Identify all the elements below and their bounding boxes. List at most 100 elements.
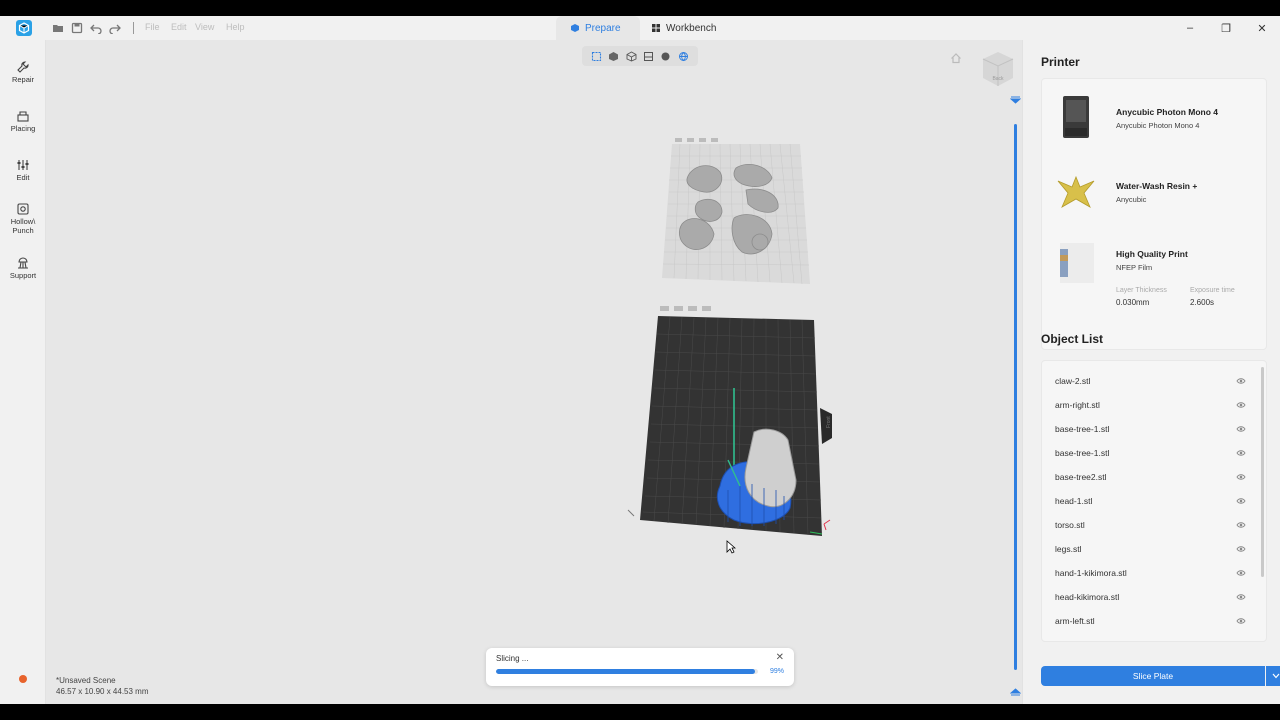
front-label: Front bbox=[826, 416, 832, 428]
visibility-eye-icon[interactable] bbox=[1236, 641, 1246, 642]
object-list-item[interactable]: torso.stl bbox=[1042, 513, 1256, 537]
object-list-item-label: base-tree2.stl bbox=[1055, 472, 1107, 482]
object-list-item[interactable]: boot-1.stl bbox=[1042, 633, 1256, 642]
profile-film: NFEP Film bbox=[1116, 263, 1153, 272]
object-list-item-label: hand-1-kikimora.stl bbox=[1055, 568, 1127, 578]
visibility-eye-icon[interactable] bbox=[1236, 401, 1246, 409]
app-logo-icon[interactable] bbox=[16, 20, 32, 36]
home-view-icon[interactable] bbox=[950, 52, 962, 64]
object-list-item-label: torso.stl bbox=[1055, 520, 1085, 530]
navigation-cube[interactable]: Back bbox=[982, 50, 1014, 88]
menu-edit[interactable]: Edit bbox=[171, 22, 187, 32]
screen-frame-bottom bbox=[0, 704, 1280, 720]
tool-repair[interactable]: Repair bbox=[0, 60, 46, 84]
build-plate-active[interactable]: Front bbox=[624, 300, 836, 544]
wireframe-view-icon[interactable] bbox=[626, 50, 637, 62]
cut-view-icon[interactable] bbox=[643, 51, 654, 62]
slicing-percent: 99% bbox=[769, 668, 784, 675]
object-list-item-label: legs.stl bbox=[1055, 544, 1082, 554]
close-button[interactable]: ✕ bbox=[1254, 20, 1270, 36]
visibility-eye-icon[interactable] bbox=[1236, 545, 1246, 553]
open-folder-icon[interactable] bbox=[51, 21, 65, 35]
object-list-item[interactable]: base-tree2.stl bbox=[1042, 465, 1256, 489]
visibility-eye-icon[interactable] bbox=[1236, 473, 1246, 481]
visibility-eye-icon[interactable] bbox=[1236, 593, 1246, 601]
object-list-item[interactable]: hand-1-kikimora.stl bbox=[1042, 561, 1256, 585]
tool-hollow-punch[interactable]: Hollow\ Punch bbox=[0, 202, 46, 235]
visibility-eye-icon[interactable] bbox=[1236, 425, 1246, 433]
save-icon[interactable] bbox=[70, 21, 84, 35]
printer-name: Anycubic Photon Mono 4 bbox=[1116, 107, 1218, 117]
visibility-eye-icon[interactable] bbox=[1236, 377, 1246, 385]
chevron-down-icon bbox=[1272, 673, 1280, 679]
tool-edit-label: Edit bbox=[16, 173, 30, 182]
profile-thumbnail bbox=[1054, 239, 1098, 287]
tab-prepare[interactable]: Prepare bbox=[556, 16, 640, 40]
maximize-button[interactable]: ❐ bbox=[1218, 20, 1234, 36]
tab-workbench-label: Workbench bbox=[666, 22, 717, 34]
layer-slider-top-handle[interactable] bbox=[1010, 96, 1021, 104]
tool-edit[interactable]: Edit bbox=[0, 158, 46, 182]
globe-view-icon[interactable] bbox=[678, 51, 689, 62]
object-list-item[interactable]: base-tree-1.stl bbox=[1042, 441, 1256, 465]
tool-placing-label: Placing bbox=[10, 124, 36, 133]
printer-panel-title: Printer bbox=[1041, 55, 1080, 69]
layer-slider[interactable] bbox=[1014, 124, 1017, 670]
printer-card[interactable]: Anycubic Photon Mono 4 Anycubic Photon M… bbox=[1041, 78, 1267, 350]
slice-options-dropdown[interactable] bbox=[1266, 666, 1280, 686]
scene-name: *Unsaved Scene bbox=[56, 676, 116, 685]
redo-icon[interactable] bbox=[108, 21, 122, 35]
tool-support[interactable]: Support bbox=[0, 256, 46, 280]
sliders-icon bbox=[17, 160, 29, 170]
cube-icon bbox=[571, 24, 579, 32]
layer-slider-bottom-handle[interactable] bbox=[1010, 688, 1021, 696]
object-list-item-label: base-tree-1.stl bbox=[1055, 448, 1110, 458]
sphere-view-icon[interactable] bbox=[660, 51, 671, 62]
object-list-item[interactable]: claw-2.stl bbox=[1042, 369, 1256, 393]
visibility-eye-icon[interactable] bbox=[1236, 497, 1246, 505]
nav-cube-face-label: Back bbox=[992, 76, 1004, 82]
visibility-eye-icon[interactable] bbox=[1236, 521, 1246, 529]
support-icon bbox=[18, 257, 28, 269]
exposure-time-label: Exposure time bbox=[1190, 287, 1235, 294]
select-box-icon[interactable] bbox=[591, 51, 602, 62]
undo-icon[interactable] bbox=[89, 21, 103, 35]
slicing-progress-dialog: Slicing ... ✕ 99% bbox=[486, 648, 794, 686]
object-list-item[interactable]: head-1.stl bbox=[1042, 489, 1256, 513]
menu-help[interactable]: Help bbox=[226, 22, 245, 32]
layer-thickness-label: Layer Thickness bbox=[1116, 287, 1167, 294]
build-plate-secondary[interactable] bbox=[660, 138, 812, 286]
object-list-item[interactable]: base-tree-1.stl bbox=[1042, 417, 1256, 441]
tab-workbench[interactable]: Workbench bbox=[637, 16, 733, 40]
slice-plate-button[interactable]: Slice Plate bbox=[1041, 666, 1265, 686]
user-avatar[interactable] bbox=[16, 672, 30, 686]
object-list-item[interactable]: arm-right.stl bbox=[1042, 393, 1256, 417]
object-list-item[interactable]: legs.stl bbox=[1042, 537, 1256, 561]
slicing-progress-bar bbox=[496, 669, 758, 674]
visibility-eye-icon[interactable] bbox=[1236, 569, 1246, 577]
exposure-time-value: 2.600s bbox=[1190, 298, 1215, 307]
3d-viewport[interactable] bbox=[46, 40, 1022, 704]
tool-hollow-label: Hollow\ Punch bbox=[10, 217, 36, 235]
object-list-item-label: arm-right.stl bbox=[1055, 400, 1100, 410]
hollow-icon bbox=[17, 203, 29, 215]
object-list-scrollbar[interactable] bbox=[1261, 367, 1264, 577]
menu-file[interactable]: File bbox=[145, 22, 160, 32]
object-list-item[interactable]: arm-left.stl bbox=[1042, 609, 1256, 633]
plate-icons bbox=[675, 138, 718, 142]
shaded-view-icon[interactable] bbox=[608, 51, 619, 62]
slicing-close-icon[interactable]: ✕ bbox=[776, 652, 784, 663]
visibility-eye-icon[interactable] bbox=[1236, 617, 1246, 625]
object-list-item[interactable]: head-kikimora.stl bbox=[1042, 585, 1256, 609]
mouse-cursor bbox=[726, 540, 736, 554]
screen-frame-top bbox=[0, 0, 1280, 16]
object-list-item-label: base-tree-1.stl bbox=[1055, 424, 1110, 434]
object-list-title: Object List bbox=[1041, 332, 1104, 346]
object-list-item-label: head-kikimora.stl bbox=[1055, 592, 1120, 602]
resin-thumbnail bbox=[1054, 167, 1098, 215]
menu-view[interactable]: View bbox=[195, 22, 214, 32]
tool-placing[interactable]: Placing bbox=[0, 109, 46, 133]
visibility-eye-icon[interactable] bbox=[1236, 449, 1246, 457]
grid-icon bbox=[652, 24, 660, 32]
minimize-button[interactable]: – bbox=[1182, 20, 1198, 36]
